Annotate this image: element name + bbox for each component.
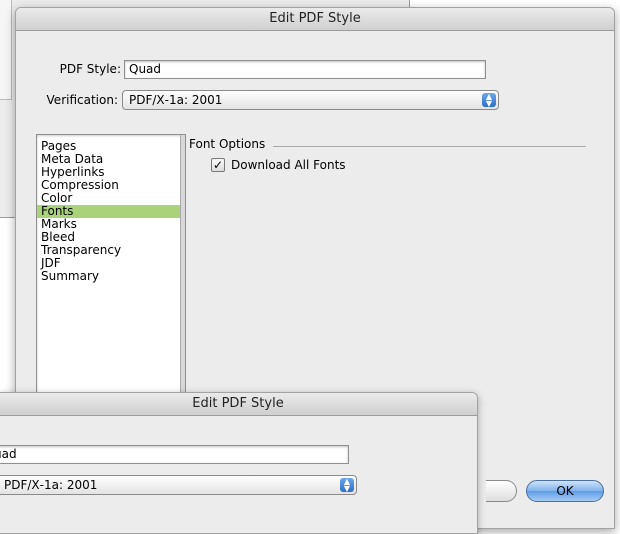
ghost-pdf-style-field[interactable]: uad — [0, 445, 349, 464]
ok-button[interactable]: OK — [526, 480, 604, 502]
popup-arrows-icon: ▲ ▼ — [482, 93, 496, 108]
section-item[interactable]: Summary — [37, 270, 185, 283]
group-divider — [273, 146, 586, 147]
download-all-fonts-checkbox[interactable]: ✓ — [211, 158, 225, 172]
pdf-style-field[interactable]: Quad — [124, 60, 486, 79]
download-all-fonts-label[interactable]: Download All Fonts — [231, 158, 346, 172]
ghost-verification-popup[interactable]: PDF/X‑1a: 2001 ▲ ▼ — [0, 475, 357, 495]
verification-label: Verification: — [46, 93, 118, 107]
verification-value: PDF/X‑1a: 2001 — [129, 93, 223, 107]
ghost-popup-arrows-icon: ▲ ▼ — [340, 478, 354, 493]
dialog-title: Edit PDF Style — [16, 8, 614, 31]
ghost-verification-value: PDF/X‑1a: 2001 — [4, 478, 98, 492]
pdf-style-label: PDF Style: — [59, 62, 121, 76]
ghost-dialog-title: Edit PDF Style — [0, 393, 477, 416]
background-window-panel — [0, 0, 12, 100]
verification-popup[interactable]: PDF/X‑1a: 2001 ▲ ▼ — [122, 90, 499, 110]
font-options-title: Font Options — [189, 137, 266, 151]
checkmark-icon: ✓ — [212, 158, 224, 172]
cancel-button[interactable] — [486, 480, 517, 502]
